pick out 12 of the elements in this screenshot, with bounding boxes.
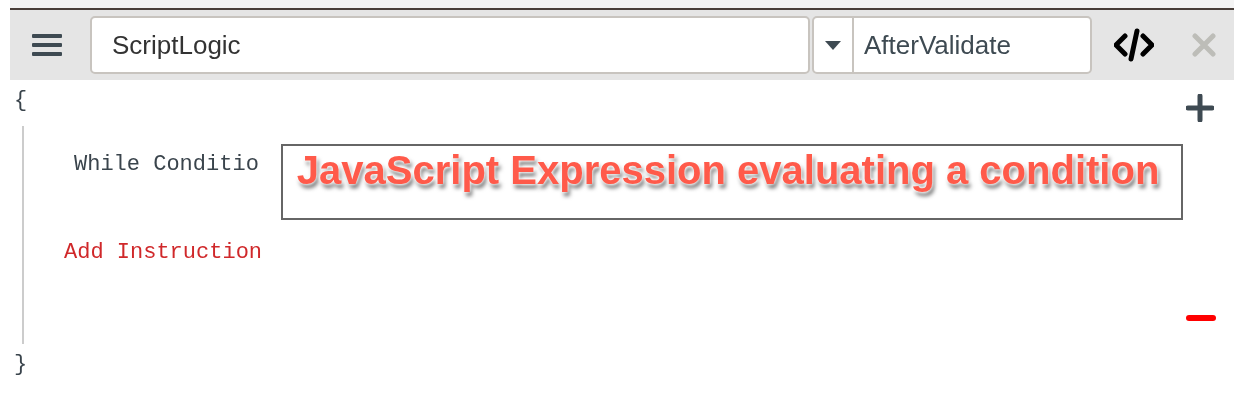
event-dropdown[interactable]: AfterValidate [812, 16, 1092, 74]
remove-icon[interactable] [1186, 314, 1216, 322]
code-text: { [14, 88, 28, 113]
menu-icon[interactable] [32, 33, 62, 57]
code-icon[interactable] [1114, 28, 1154, 62]
annotation-text: JavaScript Expression evaluating a condition [296, 148, 1160, 193]
caret-icon [825, 40, 841, 50]
add-instruction-link[interactable]: Add Instruction [64, 240, 263, 265]
condition-label: While Conditio [74, 152, 259, 177]
code-text: } [14, 352, 28, 377]
name-field[interactable]: ScriptLogic [90, 16, 810, 74]
add-icon[interactable] [1186, 94, 1214, 122]
